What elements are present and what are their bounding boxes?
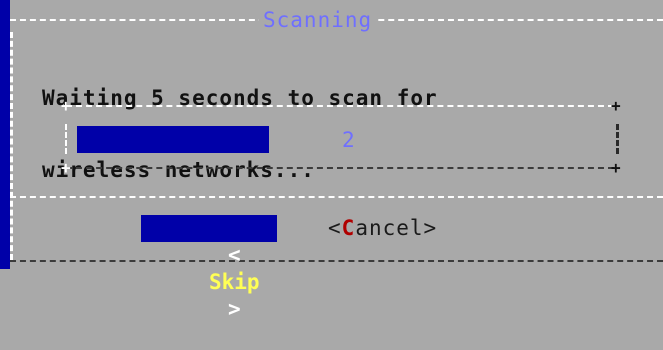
cancel-close-bracket: > — [423, 216, 438, 240]
gauge-right-border — [616, 124, 622, 154]
gauge-progress-bar — [77, 126, 269, 153]
dialog-title: Scanning — [259, 8, 377, 32]
gauge-left-border — [65, 124, 70, 154]
cancel-hotkey: C — [341, 216, 356, 240]
gauge-corner-br: + — [611, 158, 621, 177]
message-line-2: wireless networks... — [42, 158, 315, 182]
gauge-corner-tl: + — [61, 96, 71, 115]
gauge-corner-bl: + — [61, 158, 71, 177]
cancel-open-bracket: < — [328, 216, 342, 240]
terminal-background — [0, 0, 10, 269]
skip-label: Skip — [209, 270, 260, 294]
cancel-label-rest: ancel — [355, 216, 424, 240]
dialog-bottom-border — [10, 260, 663, 262]
skip-open-bracket: < — [227, 243, 241, 267]
dialog-left-border — [10, 32, 16, 260]
skip-close-bracket: > — [227, 297, 241, 321]
gauge-value: 2 — [342, 128, 355, 152]
gauge-bottom-border — [66, 167, 614, 169]
skip-button[interactable]: < Skip > — [141, 215, 277, 321]
cancel-button[interactable]: <Cancel> — [328, 215, 437, 242]
gauge-corner-tr: + — [611, 96, 621, 115]
gauge-top-border — [66, 105, 614, 107]
scanning-dialog: Scanning Waiting 5 seconds to scan for w… — [10, 0, 663, 321]
button-area-separator — [10, 196, 663, 198]
